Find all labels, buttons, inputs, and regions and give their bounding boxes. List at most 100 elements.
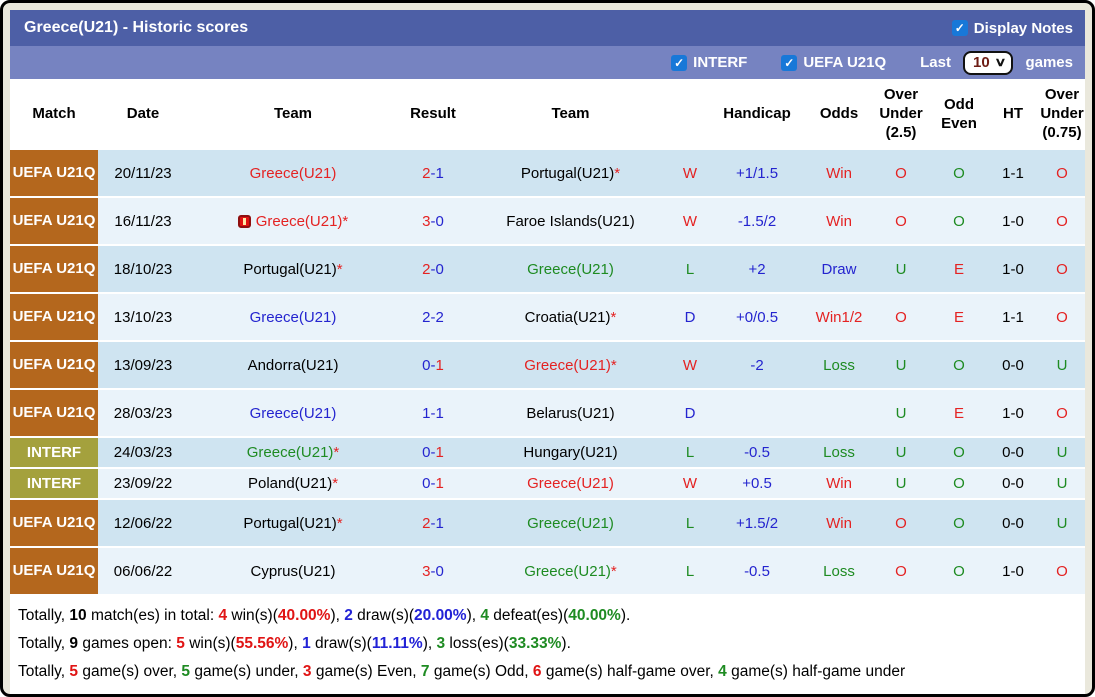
table-row: UEFA U21Q 12/06/22 Portugal(U21)* 2-1 Gr…	[10, 500, 1085, 548]
display-notes-checkbox[interactable]: ✓	[951, 20, 968, 36]
summary-segment: ),	[288, 635, 303, 652]
wld-cell: W	[673, 342, 707, 390]
table-header-row: Match Date Team Result Team Handicap Odd…	[10, 79, 1085, 150]
summary-segment: 9	[69, 635, 79, 652]
summary-segment: ),	[422, 635, 437, 652]
interf-toggle[interactable]: ✓ INTERF	[671, 54, 747, 71]
odd-even-cell: E	[931, 294, 987, 342]
ht-cell: 1-1	[987, 294, 1039, 342]
home-team-star: *	[332, 475, 339, 492]
summary-segment: draw(s)(	[352, 607, 415, 624]
summary-segment: game(s) half-game over,	[541, 663, 719, 680]
away-score: 1	[435, 356, 444, 374]
home-score: 2	[422, 260, 431, 278]
interf-checkbox[interactable]: ✓	[671, 54, 688, 71]
red-card-icon	[237, 214, 251, 228]
match-type-cell: UEFA U21Q	[10, 548, 98, 596]
result-cell: 3-0	[398, 548, 468, 596]
summary-segment: game(s) Even,	[311, 663, 421, 680]
away-team-cell: Portugal(U21)*	[468, 150, 673, 198]
over-under-25-cell: O	[871, 500, 931, 548]
match-type-cell: INTERF	[10, 438, 98, 469]
scores-table: Match Date Team Result Team Handicap Odd…	[10, 79, 1085, 596]
summary-line-total: Totally, 10 match(es) in total: 4 win(s)…	[18, 602, 1085, 630]
uefa-toggle[interactable]: ✓ UEFA U21Q	[781, 54, 886, 71]
away-team-name: Greece(U21)	[527, 514, 614, 532]
summary-segment: match(es) in total:	[86, 607, 219, 624]
odds-cell: Win	[807, 150, 871, 198]
summary-segment: win(s)(	[227, 607, 278, 624]
display-notes-toggle[interactable]: ✓ Display Notes	[951, 20, 1073, 37]
summary-segment: 40.00%	[277, 607, 331, 624]
summary-segment: 5	[181, 663, 191, 680]
handicap-cell: +1/1.5	[707, 150, 807, 198]
handicap-cell: +0/0.5	[707, 294, 807, 342]
away-score: 0	[435, 562, 444, 580]
away-team-star: *	[610, 562, 617, 580]
wld-cell: L	[673, 438, 707, 469]
table-row: UEFA U21Q 20/11/23 Greece(U21) 2-1 Portu…	[10, 150, 1085, 198]
summary-segment: 20.00%	[414, 607, 467, 624]
away-team-name: Faroe Islands(U21)	[506, 212, 635, 230]
home-team-name: Greece(U21)	[249, 308, 337, 326]
away-team-name: Portugal(U21)	[520, 164, 615, 182]
away-team-cell: Greece(U21)	[468, 469, 673, 500]
col-header-over-under-25: Over Under (2.5)	[871, 79, 931, 150]
odd-even-cell: O	[931, 438, 987, 469]
home-score: 0	[422, 356, 431, 374]
over-under-25-cell: O	[871, 548, 931, 596]
wld-cell: W	[673, 150, 707, 198]
match-type-cell: UEFA U21Q	[10, 500, 98, 548]
date-cell: 28/03/23	[98, 390, 188, 438]
summary-segment: Totally,	[18, 663, 70, 680]
uefa-checkbox[interactable]: ✓	[781, 54, 798, 71]
ht-cell: 1-1	[987, 150, 1039, 198]
away-score: 1	[435, 444, 444, 461]
away-team-name: Greece(U21)	[524, 356, 611, 374]
home-team-cell: Portugal(U21)*	[188, 500, 398, 548]
date-cell: 24/03/23	[98, 438, 188, 469]
table-row: UEFA U21Q 06/06/22 Cyprus(U21) 3-0 Greec…	[10, 548, 1085, 596]
over-under-075-cell: O	[1039, 198, 1085, 246]
date-cell: 23/09/22	[98, 469, 188, 500]
match-type-cell: UEFA U21Q	[10, 198, 98, 246]
away-team-cell: Belarus(U21)	[468, 390, 673, 438]
table-row: INTERF 24/03/23 Greece(U21)* 0-1 Hungary…	[10, 438, 1085, 469]
summary-segment: game(s) Odd,	[429, 663, 533, 680]
away-score: 0	[435, 212, 444, 230]
over-under-075-cell: O	[1039, 294, 1085, 342]
over-under-075-cell: U	[1039, 469, 1085, 500]
last-games-select[interactable]: 10 ∨	[962, 50, 1014, 75]
date-cell: 20/11/23	[98, 150, 188, 198]
uefa-label: UEFA U21Q	[803, 54, 887, 71]
col-header-date: Date	[98, 79, 188, 150]
away-score: 1	[435, 514, 444, 532]
over-under-25-cell: O	[871, 294, 931, 342]
summary-segment: win(s)(	[184, 635, 236, 652]
home-team-name: Andorra(U21)	[247, 356, 339, 374]
odds-cell: Loss	[807, 438, 871, 469]
away-score: 1	[435, 475, 444, 492]
handicap-cell: +2	[707, 246, 807, 294]
title-bar: Greece(U21) - Historic scores ✓ Display …	[10, 10, 1085, 46]
wld-cell: W	[673, 198, 707, 246]
home-team-cell: Andorra(U21)	[188, 342, 398, 390]
page-title: Greece(U21) - Historic scores	[24, 19, 249, 36]
odd-even-cell: O	[931, 150, 987, 198]
result-cell: 2-2	[398, 294, 468, 342]
date-cell: 13/09/23	[98, 342, 188, 390]
odd-even-cell: O	[931, 500, 987, 548]
wld-cell: D	[673, 294, 707, 342]
home-team-star: *	[336, 514, 343, 532]
result-cell: 0-1	[398, 438, 468, 469]
match-type-cell: UEFA U21Q	[10, 390, 98, 438]
home-team-name: Greece(U21)	[255, 212, 343, 230]
summary-segment: games open:	[78, 635, 177, 652]
widget-frame: Greece(U21) - Historic scores ✓ Display …	[0, 0, 1095, 697]
summary-segment: 3	[436, 635, 446, 652]
result-cell: 2-1	[398, 150, 468, 198]
over-under-075-cell: U	[1039, 342, 1085, 390]
home-team-cell: Poland(U21)*	[188, 469, 398, 500]
away-team-star: *	[610, 356, 617, 374]
last-games-value: 10	[972, 53, 990, 71]
